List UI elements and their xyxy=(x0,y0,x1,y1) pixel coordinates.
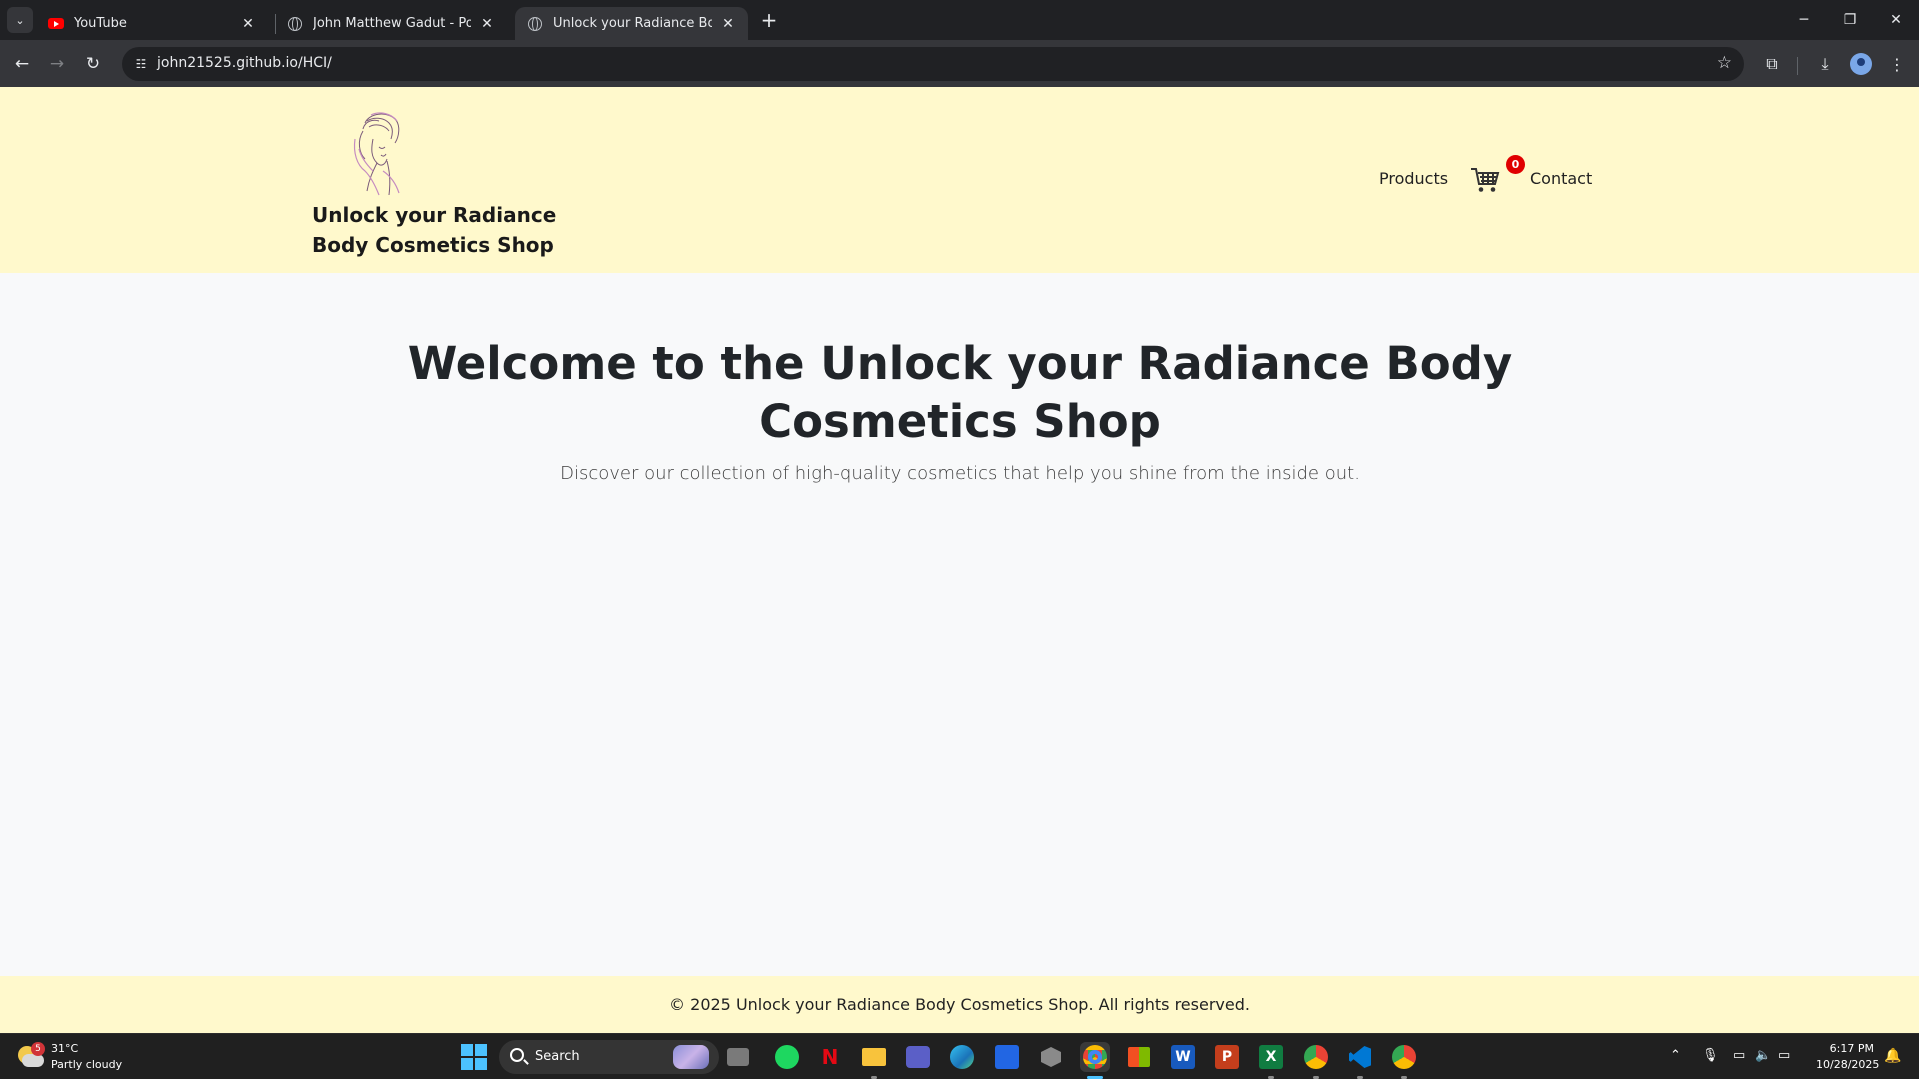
window-close-button[interactable]: ✕ xyxy=(1873,0,1919,40)
shopping-cart-icon[interactable] xyxy=(1470,166,1500,194)
site-header: Unlock your Radiance Body Cosmetics Shop… xyxy=(0,87,1919,273)
weather-temp: 31°C xyxy=(51,1042,79,1055)
settings-app-icon[interactable] xyxy=(1036,1042,1066,1072)
windows-taskbar: 5 31°C Partly cloudy Search N W P X ⌃ 🎙 … xyxy=(0,1033,1919,1079)
woman-face-logo[interactable] xyxy=(343,109,413,199)
network-icon[interactable]: ▭ xyxy=(1733,1048,1745,1063)
chrome-menu-icon[interactable]: ⋮ xyxy=(1883,50,1911,78)
weather-condition: Partly cloudy xyxy=(51,1058,123,1071)
browser-toolbar: ← → ↻ ☷ john21525.github.io/HCI/ ☆ ⧉ ⤓ ⋮ xyxy=(0,40,1919,87)
show-hidden-icons-chevron[interactable]: ⌃ xyxy=(1670,1048,1681,1063)
search-label: Search xyxy=(535,1049,580,1064)
cart-count-badge: 0 xyxy=(1506,155,1525,174)
spotify-icon[interactable] xyxy=(772,1042,802,1072)
extensions-icon[interactable]: ⧉ xyxy=(1758,50,1786,78)
chrome-other-icon[interactable] xyxy=(1389,1042,1419,1072)
youtube-icon xyxy=(48,16,64,32)
chrome-active-icon[interactable] xyxy=(1080,1042,1110,1072)
task-view-icon[interactable] xyxy=(727,1048,749,1066)
taskbar-search[interactable]: Search xyxy=(499,1040,719,1074)
power-automate-icon[interactable] xyxy=(992,1042,1022,1072)
bookmark-star-icon[interactable]: ☆ xyxy=(1717,53,1732,73)
microphone-icon[interactable]: 🎙 xyxy=(1702,1048,1719,1063)
clock-time: 6:17 PM xyxy=(1829,1042,1874,1055)
powerpoint-icon[interactable]: P xyxy=(1212,1042,1242,1072)
toolbar-divider xyxy=(1797,57,1798,75)
address-bar[interactable]: ☷ john21525.github.io/HCI/ ☆ xyxy=(122,47,1744,81)
restore-button[interactable]: ❐ xyxy=(1827,0,1873,40)
partly-cloudy-icon: 5 xyxy=(16,1042,45,1070)
taskbar-clock[interactable]: 6:17 PM 10/28/2025 xyxy=(1816,1041,1880,1073)
brand-name[interactable]: Unlock your Radiance Body Cosmetics Shop xyxy=(312,200,602,260)
forward-button[interactable]: → xyxy=(43,50,71,78)
nav-contact-link[interactable]: Contact xyxy=(1530,169,1592,188)
tab-title: John Matthew Gadut - Portfolio xyxy=(313,16,471,31)
back-button[interactable]: ← xyxy=(8,50,36,78)
chrome-profile-icon[interactable] xyxy=(1301,1042,1331,1072)
downloads-icon[interactable]: ⤓ xyxy=(1811,50,1839,78)
tab-radiance-shop[interactable]: Unlock your Radiance Body Ma ✕ xyxy=(515,7,748,40)
profile-avatar[interactable] xyxy=(1850,53,1872,75)
new-tab-button[interactable]: + xyxy=(757,8,781,32)
vscode-icon[interactable] xyxy=(1345,1042,1375,1072)
netflix-icon[interactable]: N xyxy=(815,1042,845,1072)
clock-date: 10/28/2025 xyxy=(1816,1058,1880,1071)
tab-youtube[interactable]: YouTube ✕ xyxy=(36,7,268,40)
site-footer: © 2025 Unlock your Radiance Body Cosmeti… xyxy=(0,976,1919,1033)
search-highlight-image xyxy=(673,1045,709,1069)
notification-bell-icon[interactable]: 🔔 xyxy=(1884,1048,1901,1064)
browser-tab-strip: ⌄ YouTube ✕ John Matthew Gadut - Portfol… xyxy=(0,0,1919,40)
windows-start-icon[interactable] xyxy=(461,1044,487,1070)
microsoft-store-icon[interactable] xyxy=(1124,1042,1154,1072)
close-icon[interactable]: ✕ xyxy=(240,16,256,32)
close-icon[interactable]: ✕ xyxy=(720,16,736,32)
globe-icon xyxy=(527,16,543,32)
battery-icon[interactable]: ▭ xyxy=(1778,1048,1790,1063)
weather-widget[interactable]: 5 31°C Partly cloudy xyxy=(16,1041,122,1073)
file-explorer-icon[interactable] xyxy=(859,1042,889,1072)
excel-icon[interactable]: X xyxy=(1256,1042,1286,1072)
copyright-text: © 2025 Unlock your Radiance Body Cosmeti… xyxy=(669,995,1250,1014)
tab-title: Unlock your Radiance Body Ma xyxy=(553,16,712,31)
close-icon[interactable]: ✕ xyxy=(479,16,495,32)
url-text[interactable]: john21525.github.io/HCI/ xyxy=(157,55,332,71)
tab-title: YouTube xyxy=(74,16,127,31)
volume-icon[interactable]: 🔈 xyxy=(1755,1048,1771,1063)
tab-portfolio[interactable]: John Matthew Gadut - Portfolio ✕ xyxy=(275,7,507,40)
tab-search-button[interactable]: ⌄ xyxy=(7,7,33,33)
site-info-icon[interactable]: ☷ xyxy=(131,54,151,74)
teams-icon[interactable] xyxy=(903,1042,933,1072)
globe-icon xyxy=(287,16,303,32)
edge-icon[interactable] xyxy=(947,1042,977,1072)
word-icon[interactable]: W xyxy=(1168,1042,1198,1072)
nav-products-link[interactable]: Products xyxy=(1379,169,1448,188)
weather-badge: 5 xyxy=(31,1042,45,1056)
hero-title: Welcome to the Unlock your Radiance Body… xyxy=(407,337,1513,448)
reload-button[interactable]: ↻ xyxy=(79,50,107,78)
minimize-button[interactable]: ─ xyxy=(1781,0,1827,40)
search-icon xyxy=(510,1048,524,1062)
hero-subtitle: Discover our collection of high-quality … xyxy=(560,463,1360,484)
